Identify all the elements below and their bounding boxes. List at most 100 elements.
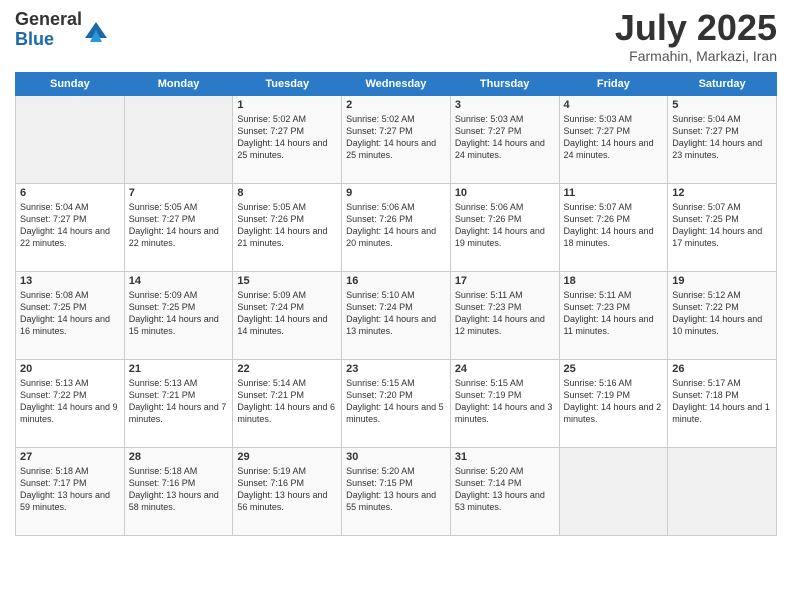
- calendar-cell: 30 Sunrise: 5:20 AMSunset: 7:15 PMDayligh…: [342, 448, 451, 536]
- calendar-cell: [668, 448, 777, 536]
- day-number: 23: [346, 363, 446, 375]
- weekday-header: Friday: [559, 73, 668, 96]
- cell-info: Sunrise: 5:03 AMSunset: 7:27 PMDaylight:…: [455, 113, 555, 162]
- day-number: 30: [346, 451, 446, 463]
- cell-info: Sunrise: 5:05 AMSunset: 7:27 PMDaylight:…: [129, 201, 229, 250]
- calendar-cell: 24Sunrise: 5:15 AMSunset: 7:19 PMDayligh…: [450, 360, 559, 448]
- day-number: 1: [237, 99, 337, 111]
- day-number: 2: [346, 99, 446, 111]
- weekday-header: Monday: [124, 73, 233, 96]
- cell-info: Sunrise: 5:20 AMSunset: 7:14 PMDaylight:…: [455, 465, 555, 514]
- cell-info: Sunrise: 5:20 AMSunset: 7:15 PMDaylight:…: [346, 465, 446, 514]
- day-number: 11: [564, 187, 664, 199]
- calendar-week-row: 13 Sunrise: 5:08 AMSunset: 7:25 PMDayligh…: [16, 272, 777, 360]
- weekday-header: Tuesday: [233, 73, 342, 96]
- cell-info: Sunrise: 5:10 AMSunset: 7:24 PMDaylight:…: [346, 289, 446, 338]
- calendar-cell: 16 Sunrise: 5:10 AMSunset: 7:24 PMDayligh…: [342, 272, 451, 360]
- calendar-cell: [559, 448, 668, 536]
- cell-info: Sunrise: 5:13 AMSunset: 7:21 PMDaylight:…: [129, 377, 229, 426]
- cell-info: Sunrise: 5:05 AMSunset: 7:26 PMDaylight:…: [237, 201, 337, 250]
- day-number: 27: [20, 451, 120, 463]
- calendar-cell: 10Sunrise: 5:06 AMSunset: 7:26 PMDayligh…: [450, 184, 559, 272]
- calendar-cell: 21Sunrise: 5:13 AMSunset: 7:21 PMDayligh…: [124, 360, 233, 448]
- weekday-header-row: SundayMondayTuesdayWednesdayThursdayFrid…: [16, 73, 777, 96]
- calendar-cell: 20 Sunrise: 5:13 AMSunset: 7:22 PMDayligh…: [16, 360, 125, 448]
- logo: General Blue: [15, 10, 107, 50]
- weekday-header: Wednesday: [342, 73, 451, 96]
- calendar-week-row: 27 Sunrise: 5:18 AMSunset: 7:17 PMDayligh…: [16, 448, 777, 536]
- calendar-cell: 12Sunrise: 5:07 AMSunset: 7:25 PMDayligh…: [668, 184, 777, 272]
- page: General Blue July 2025 Farmahin, Markazi…: [0, 0, 792, 612]
- cell-info: Sunrise: 5:17 AMSunset: 7:18 PMDaylight:…: [672, 377, 772, 426]
- cell-info: Sunrise: 5:07 AMSunset: 7:26 PMDaylight:…: [564, 201, 664, 250]
- day-number: 6: [20, 187, 120, 199]
- calendar-cell: 9Sunrise: 5:06 AMSunset: 7:26 PMDaylight…: [342, 184, 451, 272]
- cell-info: Sunrise: 5:12 AMSunset: 7:22 PMDaylight:…: [672, 289, 772, 338]
- calendar-cell: 5 Sunrise: 5:04 AMSunset: 7:27 PMDaylight…: [668, 96, 777, 184]
- calendar-cell: 14 Sunrise: 5:09 AMSunset: 7:25 PMDayligh…: [124, 272, 233, 360]
- day-number: 26: [672, 363, 772, 375]
- day-number: 29: [237, 451, 337, 463]
- logo-text: General Blue: [15, 10, 82, 50]
- day-number: 10: [455, 187, 555, 199]
- calendar-cell: 1 Sunrise: 5:02 AMSunset: 7:27 PMDaylight…: [233, 96, 342, 184]
- cell-info: Sunrise: 5:11 AMSunset: 7:23 PMDaylight:…: [455, 289, 555, 338]
- calendar-cell: 4Sunrise: 5:03 AMSunset: 7:27 PMDaylight…: [559, 96, 668, 184]
- cell-info: Sunrise: 5:14 AMSunset: 7:21 PMDaylight:…: [237, 377, 337, 426]
- day-number: 14: [129, 275, 229, 287]
- day-number: 31: [455, 451, 555, 463]
- calendar-cell: 22 Sunrise: 5:14 AMSunset: 7:21 PMDayligh…: [233, 360, 342, 448]
- calendar-cell: 3 Sunrise: 5:03 AMSunset: 7:27 PMDaylight…: [450, 96, 559, 184]
- day-number: 3: [455, 99, 555, 111]
- logo-icon: [85, 20, 107, 42]
- day-number: 25: [564, 363, 664, 375]
- calendar-week-row: 6 Sunrise: 5:04 AMSunset: 7:27 PMDaylight…: [16, 184, 777, 272]
- day-number: 19: [672, 275, 772, 287]
- calendar-week-row: 1 Sunrise: 5:02 AMSunset: 7:27 PMDaylight…: [16, 96, 777, 184]
- day-number: 22: [237, 363, 337, 375]
- calendar-cell: 15Sunrise: 5:09 AMSunset: 7:24 PMDayligh…: [233, 272, 342, 360]
- month-title: July 2025: [615, 10, 777, 46]
- calendar-cell: 28 Sunrise: 5:18 AMSunset: 7:16 PMDayligh…: [124, 448, 233, 536]
- cell-info: Sunrise: 5:04 AMSunset: 7:27 PMDaylight:…: [672, 113, 772, 162]
- calendar-cell: 18 Sunrise: 5:11 AMSunset: 7:23 PMDayligh…: [559, 272, 668, 360]
- calendar-cell: [124, 96, 233, 184]
- day-number: 28: [129, 451, 229, 463]
- day-number: 16: [346, 275, 446, 287]
- calendar-cell: 23 Sunrise: 5:15 AMSunset: 7:20 PMDayligh…: [342, 360, 451, 448]
- cell-info: Sunrise: 5:18 AMSunset: 7:17 PMDaylight:…: [20, 465, 120, 514]
- logo-general: General: [15, 10, 82, 30]
- cell-info: Sunrise: 5:16 AMSunset: 7:19 PMDaylight:…: [564, 377, 664, 426]
- day-number: 7: [129, 187, 229, 199]
- weekday-header: Sunday: [16, 73, 125, 96]
- weekday-header: Saturday: [668, 73, 777, 96]
- calendar-cell: 7 Sunrise: 5:05 AMSunset: 7:27 PMDaylight…: [124, 184, 233, 272]
- cell-info: Sunrise: 5:15 AMSunset: 7:20 PMDaylight:…: [346, 377, 446, 426]
- calendar-cell: 17 Sunrise: 5:11 AMSunset: 7:23 PMDayligh…: [450, 272, 559, 360]
- day-number: 20: [20, 363, 120, 375]
- calendar-week-row: 20 Sunrise: 5:13 AMSunset: 7:22 PMDayligh…: [16, 360, 777, 448]
- calendar: SundayMondayTuesdayWednesdayThursdayFrid…: [15, 72, 777, 536]
- day-number: 8: [237, 187, 337, 199]
- day-number: 4: [564, 99, 664, 111]
- cell-info: Sunrise: 5:08 AMSunset: 7:25 PMDaylight:…: [20, 289, 120, 338]
- cell-info: Sunrise: 5:02 AMSunset: 7:27 PMDaylight:…: [237, 113, 337, 162]
- cell-info: Sunrise: 5:09 AMSunset: 7:25 PMDaylight:…: [129, 289, 229, 338]
- calendar-cell: 29 Sunrise: 5:19 AMSunset: 7:16 PMDayligh…: [233, 448, 342, 536]
- calendar-cell: 25 Sunrise: 5:16 AMSunset: 7:19 PMDayligh…: [559, 360, 668, 448]
- day-number: 17: [455, 275, 555, 287]
- day-number: 18: [564, 275, 664, 287]
- cell-info: Sunrise: 5:19 AMSunset: 7:16 PMDaylight:…: [237, 465, 337, 514]
- cell-info: Sunrise: 5:18 AMSunset: 7:16 PMDaylight:…: [129, 465, 229, 514]
- calendar-cell: [16, 96, 125, 184]
- calendar-cell: 6 Sunrise: 5:04 AMSunset: 7:27 PMDaylight…: [16, 184, 125, 272]
- day-number: 13: [20, 275, 120, 287]
- calendar-cell: 11 Sunrise: 5:07 AMSunset: 7:26 PMDayligh…: [559, 184, 668, 272]
- cell-info: Sunrise: 5:06 AMSunset: 7:26 PMDaylight:…: [346, 201, 446, 250]
- cell-info: Sunrise: 5:13 AMSunset: 7:22 PMDaylight:…: [20, 377, 120, 426]
- cell-info: Sunrise: 5:11 AMSunset: 7:23 PMDaylight:…: [564, 289, 664, 338]
- day-number: 5: [672, 99, 772, 111]
- weekday-header: Thursday: [450, 73, 559, 96]
- cell-info: Sunrise: 5:04 AMSunset: 7:27 PMDaylight:…: [20, 201, 120, 250]
- calendar-cell: 31 Sunrise: 5:20 AMSunset: 7:14 PMDayligh…: [450, 448, 559, 536]
